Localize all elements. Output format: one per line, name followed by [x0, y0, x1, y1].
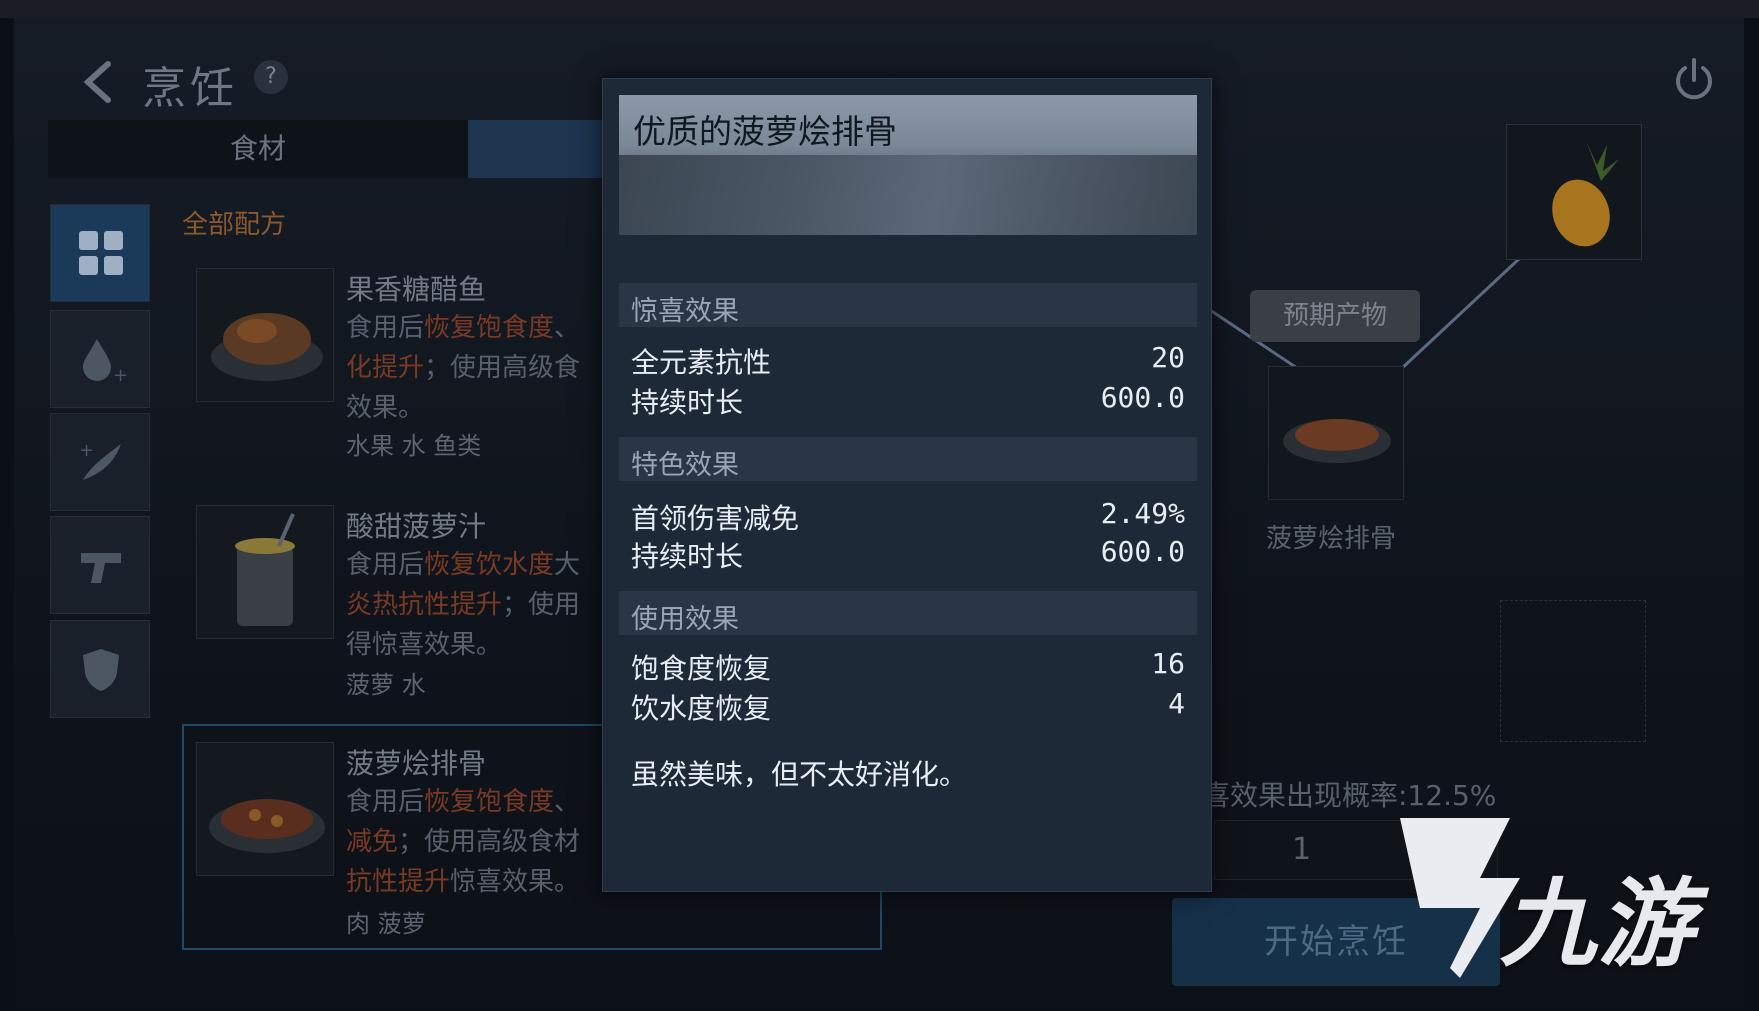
recipe-name: 酸甜菠萝汁 — [346, 510, 487, 543]
result-slot — [1268, 366, 1404, 500]
recipe-ingredients: 菠萝 水 — [346, 671, 426, 699]
flavor-text: 虽然美味，但不太好消化。 — [631, 758, 968, 791]
back-arrow-icon[interactable] — [78, 58, 118, 106]
herb-icon: + — [79, 440, 121, 480]
recipe-name: 菠萝烩排骨 — [346, 747, 487, 780]
section-label: 特色效果 — [631, 450, 739, 481]
svg-text:+: + — [79, 440, 94, 461]
quantity-value: 1 — [1292, 832, 1312, 867]
stat-row: 饮水度恢复 4 — [631, 687, 1185, 727]
top-strip — [0, 0, 1759, 18]
category-all[interactable] — [50, 204, 150, 302]
category-defense[interactable] — [50, 620, 150, 718]
section-use-effect: 使用效果 — [619, 591, 1197, 635]
recipe-thumbnail — [196, 742, 334, 876]
section-label: 使用效果 — [631, 604, 739, 635]
power-icon[interactable] — [1670, 56, 1718, 104]
stat-name: 持续时长 — [631, 386, 744, 419]
stat-value: 600.0 — [1100, 535, 1185, 568]
result-dish-image — [1283, 419, 1391, 463]
help-icon[interactable]: ? — [254, 60, 288, 94]
recipe-ingredients: 水果 水 鱼类 — [346, 432, 482, 460]
recipe-description: 食用后恢复饮水度大 炎热抗性提升；使用 得惊喜效果。 — [346, 550, 581, 660]
recipe-thumbnail — [196, 505, 334, 639]
empty-slot[interactable] — [1500, 600, 1646, 742]
section-special-effect: 特色效果 — [619, 437, 1197, 481]
stat-value: 20 — [1151, 341, 1185, 374]
stat-name: 持续时长 — [631, 540, 744, 573]
stat-value: 16 — [1151, 647, 1185, 680]
expected-product-label: 预期产物 — [1250, 290, 1420, 342]
section-label: 惊喜效果 — [631, 296, 739, 327]
stat-row: 饱食度恢复 16 — [631, 647, 1185, 687]
popup-title: 优质的菠萝烩排骨 — [633, 112, 897, 151]
ingredient-slot[interactable] — [1506, 124, 1642, 260]
filter-label[interactable]: 全部配方 — [182, 204, 286, 241]
svg-text:+: + — [113, 365, 127, 385]
recipe-name: 果香糖醋鱼 — [346, 273, 487, 306]
page-title: 烹饪 — [142, 63, 238, 114]
gun-icon — [81, 553, 121, 583]
popup-header-sheen — [619, 155, 1197, 235]
stat-row: 持续时长 600.0 — [631, 381, 1185, 421]
popup-header: 优质的菠萝烩排骨 — [619, 95, 1197, 235]
fish-dish-image — [211, 313, 323, 381]
tab-ingredients[interactable]: 食材 — [48, 120, 468, 178]
water-drop-icon: + — [83, 339, 127, 385]
item-detail-popup: 优质的菠萝烩排骨 惊喜效果 全元素抗性 20 持续时长 600.0 特色效果 首… — [602, 78, 1212, 892]
category-weapons[interactable] — [50, 516, 150, 614]
stat-name: 首领伤害减免 — [631, 502, 800, 535]
grid-icon — [79, 231, 123, 275]
stat-value: 4 — [1168, 687, 1185, 720]
stat-row: 首领伤害减免 2.49% — [631, 497, 1185, 537]
watermark-text: 九游 — [1500, 868, 1696, 980]
section-surprise-effect: 惊喜效果 — [619, 283, 1197, 327]
category-drinks[interactable]: + — [50, 310, 150, 408]
stat-name: 全元素抗性 — [631, 346, 772, 379]
stat-name: 饮水度恢复 — [631, 692, 772, 725]
recipe-thumbnail — [196, 268, 334, 402]
recipe-description: 食用后恢复饱食度、 化提升；使用高级食 效果。 — [346, 313, 581, 423]
shield-icon — [83, 649, 119, 691]
stat-value: 2.49% — [1100, 497, 1185, 530]
stat-row: 全元素抗性 20 — [631, 341, 1185, 381]
stat-name: 饱食度恢复 — [631, 652, 772, 685]
result-name: 菠萝烩排骨 — [1266, 524, 1397, 554]
stat-row: 持续时长 600.0 — [631, 535, 1185, 575]
pineapple-image — [1552, 143, 1619, 247]
ribs-dish-image — [209, 799, 325, 853]
stat-value: 600.0 — [1100, 381, 1185, 414]
recipe-ingredients: 肉 菠萝 — [346, 910, 426, 938]
category-herbs[interactable]: + — [50, 413, 150, 511]
juice-cup-image — [235, 513, 295, 626]
recipe-description: 食用后恢复饱食度、 减免；使用高级食材 抗性提升惊喜效果。 — [346, 787, 581, 897]
